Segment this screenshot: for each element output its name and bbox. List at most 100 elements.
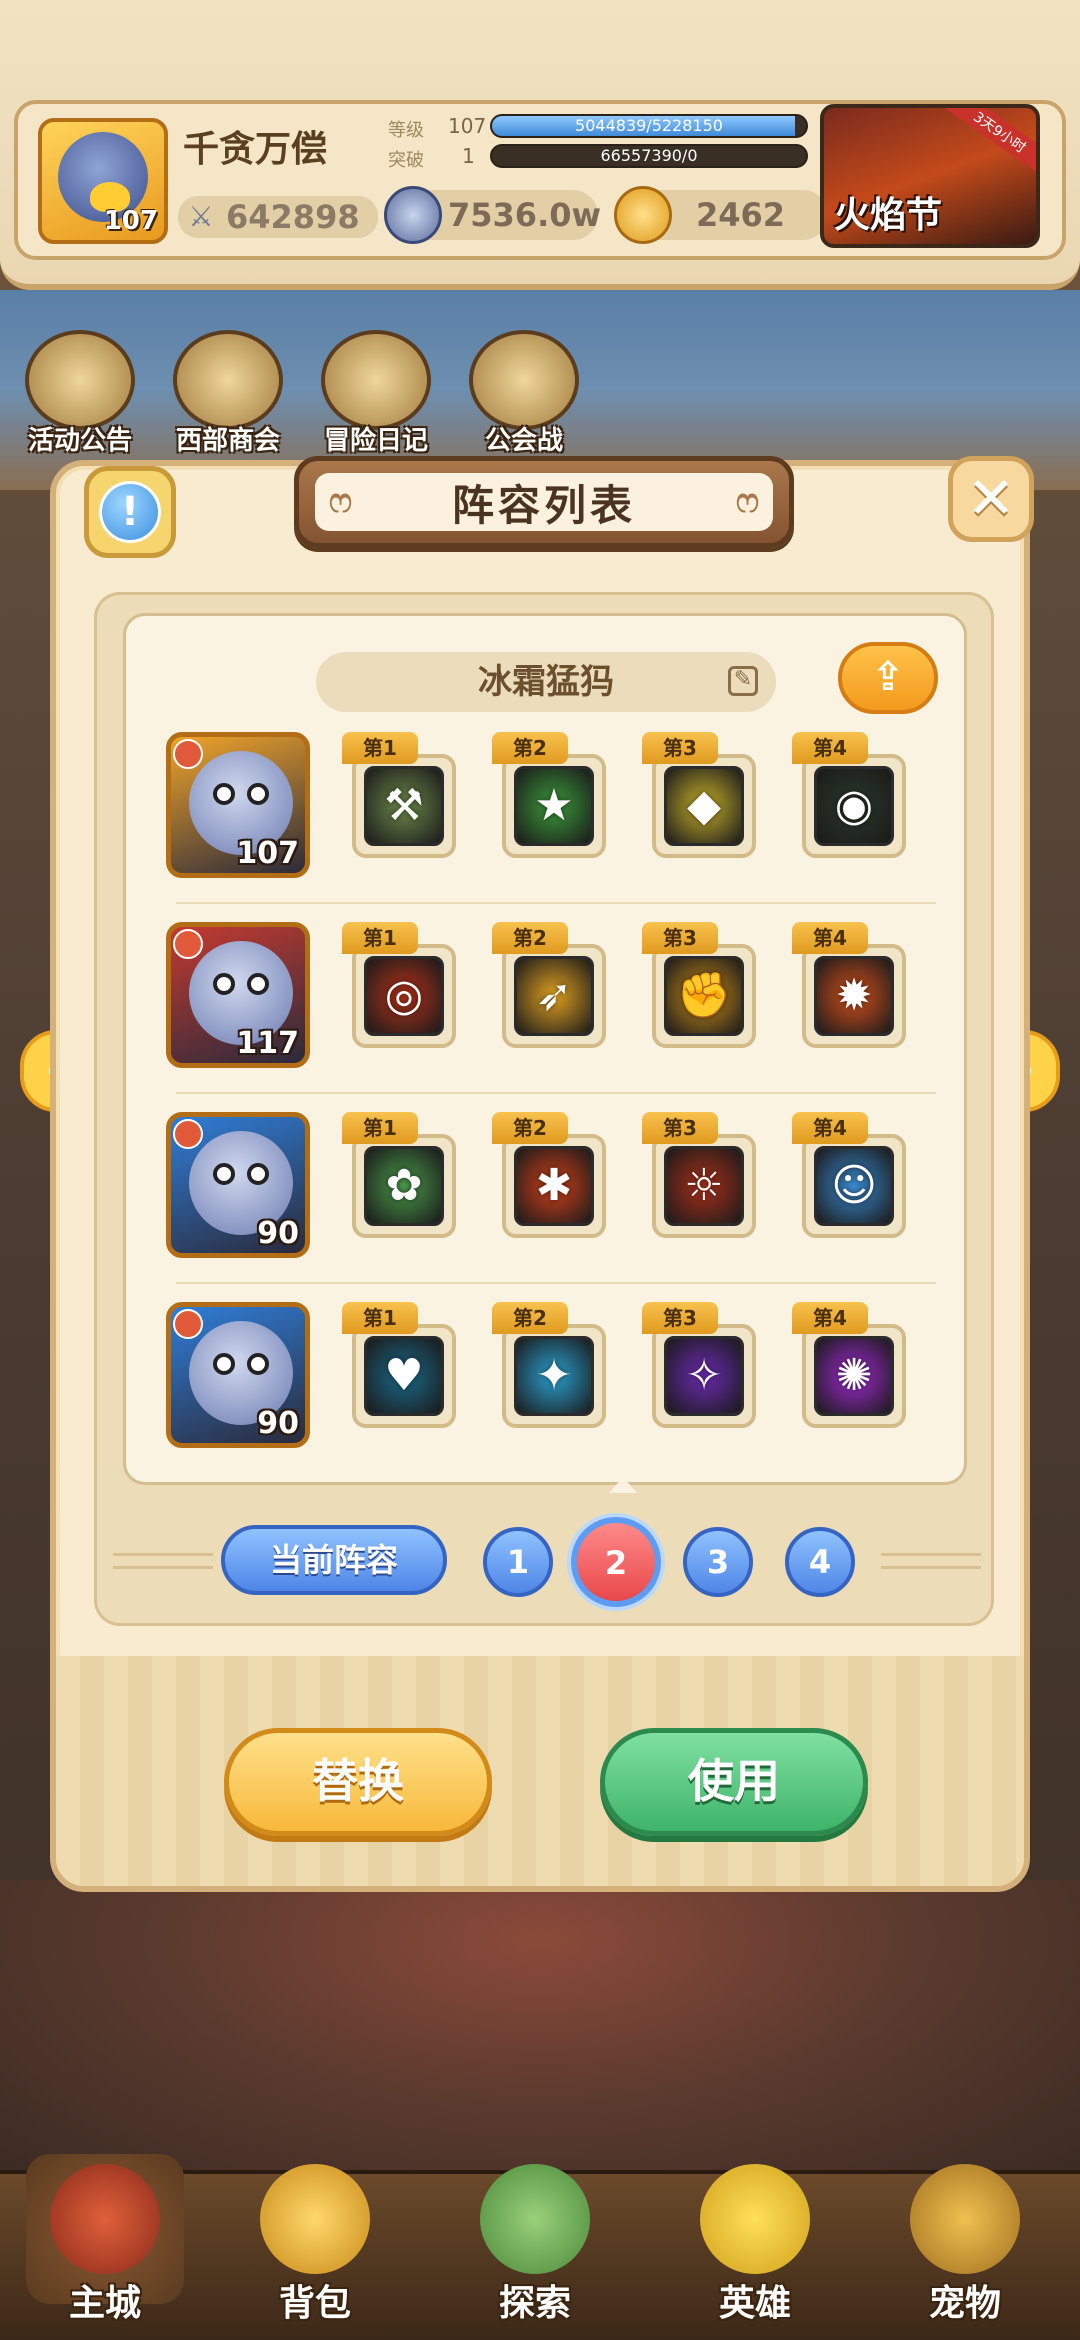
skill-order-tag: 第1 xyxy=(342,1112,418,1144)
skill-frame: ◉ xyxy=(802,754,906,858)
skill-icon: ✿ xyxy=(364,1146,444,1226)
skill-order-tag: 第2 xyxy=(492,1112,568,1144)
skill-frame: ♥ xyxy=(352,1324,456,1428)
lineup-name-field[interactable]: 冰霜猛犸 ✎ xyxy=(316,652,776,712)
skill-frame: ✹ xyxy=(802,944,906,1048)
skill-frame: ✦ xyxy=(502,1324,606,1428)
skill-slot[interactable]: ☼ 第3 xyxy=(642,1112,756,1242)
rank-number: 107 xyxy=(448,114,487,138)
merchant-icon xyxy=(173,330,283,430)
nav-main-city[interactable]: 主城 xyxy=(10,2144,200,2340)
skill-icon: ◆ xyxy=(664,766,744,846)
skill-glyph: ☺ xyxy=(831,1160,877,1211)
page-2-button[interactable]: 2 xyxy=(571,1517,661,1607)
power-display: ⚔ 642898 xyxy=(178,196,378,238)
fire-festival-event[interactable]: 3天9小时 火焰节 xyxy=(820,104,1040,248)
skill-glyph: ✿ xyxy=(385,1160,423,1211)
page-3-button[interactable]: 3 xyxy=(683,1527,753,1597)
skill-icon: ✱ xyxy=(514,1146,594,1226)
use-button[interactable]: 使用 xyxy=(600,1728,868,1836)
quick-links: 活动公告 西部商会 冒险日记 公会战 xyxy=(20,330,620,460)
quick-link-label: 活动公告 xyxy=(27,426,132,456)
rank-progress-text: 5044839/5228150 xyxy=(575,116,723,135)
close-button[interactable]: ✕ xyxy=(948,456,1034,542)
skill-slot[interactable]: ✦ 第2 xyxy=(492,1302,606,1432)
skill-order-tag: 第2 xyxy=(492,1302,568,1334)
break-label: 突破 xyxy=(388,150,424,171)
quick-link-label: 西部商会 xyxy=(175,426,280,456)
break-progress-text: 66557390/0 xyxy=(600,146,698,165)
skill-slot[interactable]: ◆ 第3 xyxy=(642,732,756,862)
nav-backpack[interactable]: 背包 xyxy=(220,2144,410,2340)
hero-class-badge xyxy=(173,739,203,769)
notice-board-icon xyxy=(25,330,135,430)
skill-frame: ★ xyxy=(502,754,606,858)
skill-slot[interactable]: ✱ 第2 xyxy=(492,1112,606,1242)
skill-slot[interactable]: ⚒ 第1 xyxy=(342,732,456,862)
page-indicator-arrow xyxy=(609,1477,637,1493)
skill-slot[interactable]: ♥ 第1 xyxy=(342,1302,456,1432)
hero-portrait[interactable]: 107 xyxy=(166,732,310,878)
share-button[interactable]: ⇪ xyxy=(838,642,938,714)
page-1-button[interactable]: 1 xyxy=(483,1527,553,1597)
quick-link-notice[interactable]: 活动公告 xyxy=(20,330,140,460)
skill-slot[interactable]: ◉ 第4 xyxy=(792,732,906,862)
skill-order-tag: 第1 xyxy=(342,922,418,954)
rank-label: 等级 xyxy=(388,120,424,141)
info-button[interactable]: ! xyxy=(84,466,176,558)
skill-icon: ✧ xyxy=(664,1336,744,1416)
skill-slot[interactable]: ✺ 第4 xyxy=(792,1302,906,1432)
lineup-list-dialog: ! 阵容列表 ෆ ෆ ✕ 冰霜猛犸 ✎ ⇪ 107 ⚒ 第1 ★ 第2 ◆ 第3 ◉ 第4 117… xyxy=(50,456,1034,1892)
quick-link-guild-war[interactable]: 公会战 xyxy=(464,330,584,460)
skill-icon: ★ xyxy=(514,766,594,846)
skill-glyph: ◎ xyxy=(384,970,424,1021)
swirl-right-icon: ෆ xyxy=(735,481,759,521)
skill-order-tag: 第1 xyxy=(342,732,418,764)
swirl-left-icon: ෆ xyxy=(329,481,353,521)
silver-currency[interactable]: 7536.0w xyxy=(384,186,602,244)
skill-slot[interactable]: ✧ 第3 xyxy=(642,1302,756,1432)
town-scene xyxy=(0,1880,1080,2180)
skill-order-tag: 第2 xyxy=(492,732,568,764)
current-lineup-button[interactable]: 当前阵容 xyxy=(221,1525,447,1595)
hero-eye xyxy=(247,1353,269,1375)
nav-label: 英雄 xyxy=(718,2283,791,2324)
silver-value: 7536.0w xyxy=(448,196,602,234)
skill-order-tag: 第4 xyxy=(792,1302,868,1334)
break-number: 1 xyxy=(462,144,475,168)
skill-slot[interactable]: ✊ 第3 xyxy=(642,922,756,1052)
skill-glyph: ☼ xyxy=(684,1160,724,1211)
nav-heroes[interactable]: 英雄 xyxy=(660,2144,850,2340)
hero-row: 117 ◎ 第1 ➶ 第2 ✊ 第3 ✹ 第4 xyxy=(166,922,946,1094)
row-divider xyxy=(176,902,936,904)
hero-portrait[interactable]: 90 xyxy=(166,1302,310,1448)
page-4-button[interactable]: 4 xyxy=(785,1527,855,1597)
skill-slot[interactable]: ✹ 第4 xyxy=(792,922,906,1052)
skill-icon: ◎ xyxy=(364,956,444,1036)
player-avatar[interactable]: 107 xyxy=(38,118,168,244)
skill-slot[interactable]: ◎ 第1 xyxy=(342,922,456,1052)
skill-slot[interactable]: ✿ 第1 xyxy=(342,1112,456,1242)
skill-icon: ◉ xyxy=(814,766,894,846)
nav-explore[interactable]: 探索 xyxy=(440,2144,630,2340)
skill-frame: ◎ xyxy=(352,944,456,1048)
replace-button[interactable]: 替换 xyxy=(224,1728,492,1836)
quick-link-merchant[interactable]: 西部商会 xyxy=(168,330,288,460)
map-icon xyxy=(480,2164,590,2274)
hero-eye xyxy=(213,783,235,805)
quick-link-diary[interactable]: 冒险日记 xyxy=(316,330,436,460)
skill-frame: ⚒ xyxy=(352,754,456,858)
hero-portrait[interactable]: 90 xyxy=(166,1112,310,1258)
gem-currency[interactable]: 2462 xyxy=(614,186,828,244)
hero-portrait[interactable]: 117 xyxy=(166,922,310,1068)
hero-eye xyxy=(247,1163,269,1185)
skill-icon: ⚒ xyxy=(364,766,444,846)
skill-slot[interactable]: ☺ 第4 xyxy=(792,1112,906,1242)
hero-level: 90 xyxy=(257,1406,299,1441)
skill-slot[interactable]: ➶ 第2 xyxy=(492,922,606,1052)
skill-slot[interactable]: ★ 第2 xyxy=(492,732,606,862)
nav-pets[interactable]: 宠物 xyxy=(870,2144,1060,2340)
dialog-footer xyxy=(56,1656,1024,1886)
skill-frame: ✱ xyxy=(502,1134,606,1238)
gem-value: 2462 xyxy=(696,196,786,234)
